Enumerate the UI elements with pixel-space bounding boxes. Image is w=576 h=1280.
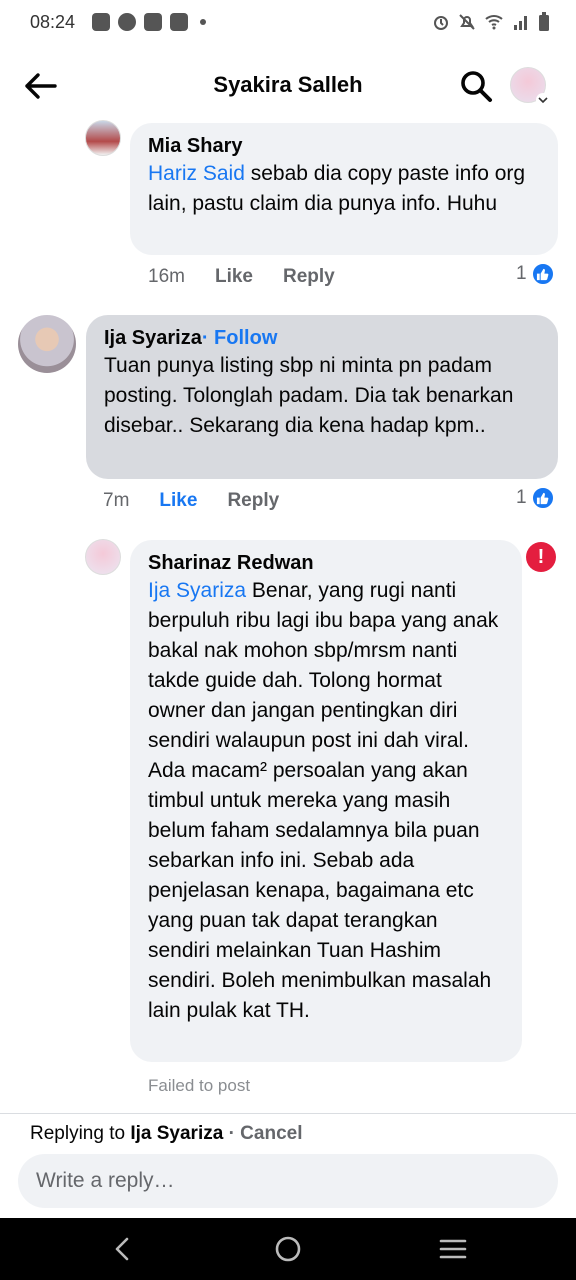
mention-link[interactable]: Hariz Said [148,162,245,185]
nav-back-icon[interactable] [108,1234,138,1264]
nav-recents-icon[interactable] [438,1235,468,1263]
comment-text: Hariz Said sebab dia copy paste info org… [148,162,526,215]
mute-icon [459,14,475,30]
replying-to-name: Ija Syariza [130,1123,224,1144]
comment-bubble: Sharinaz Redwan Ija Syariza Benar, yang … [130,540,522,1062]
comment-bubble: Mia Shary Hariz Said sebab dia copy past… [130,123,558,255]
thumbs-up-icon [530,486,555,510]
mention-link[interactable]: Ija Syariza [148,579,246,602]
compass-icon [118,13,136,31]
thumbs-up-icon [530,262,555,286]
divider [0,1113,576,1114]
avatar[interactable] [85,539,121,575]
nav-home-icon[interactable] [273,1234,303,1264]
notification-icons [92,13,206,31]
reaction-count[interactable]: 1 [516,486,555,510]
avatar[interactable] [18,315,76,373]
reaction-number: 1 [516,487,527,508]
reply-input[interactable]: Write a reply… [18,1154,558,1208]
comment-author[interactable]: Mia Shary [148,133,540,159]
wifi-icon [485,15,503,30]
reply-button[interactable]: Reply [283,266,335,288]
error-icon[interactable]: ! [526,542,556,572]
chevron-down-icon [536,93,550,107]
profile-menu-button[interactable] [510,67,550,107]
comment-actions: 7m Like Reply [103,490,279,512]
comment-author-row: Ija Syariza· Follow [104,325,540,351]
failed-status: Failed to post [148,1076,251,1095]
alarm-icon [434,16,448,30]
cancel-reply-button[interactable]: · Cancel [223,1123,303,1144]
comment-time: 7m [103,490,130,511]
replying-to-bar: Replying to Ija Syariza · Cancel [30,1123,303,1145]
avatar[interactable] [85,120,121,156]
search-button[interactable] [456,66,496,106]
more-notifications-dot [200,19,206,25]
gmail-icon [92,13,110,31]
reaction-count[interactable]: 1 [516,262,555,286]
battery-icon [539,12,549,31]
follow-button[interactable]: · Follow [202,327,278,349]
app-header: Syakira Salleh [0,52,576,118]
comment-author[interactable]: Sharinaz Redwan [148,550,504,576]
reaction-number: 1 [516,263,527,284]
comment-author[interactable]: Ija Syariza [104,327,202,349]
like-button[interactable]: Like [215,266,253,288]
youtube-icon-2 [170,13,188,31]
comment-actions: 16m Like Reply [148,266,335,288]
replying-prefix: Replying to [30,1123,131,1144]
reply-input-placeholder: Write a reply… [36,1169,175,1192]
reply-button[interactable]: Reply [227,490,279,512]
system-icons [432,12,550,32]
status-bar: 08:24 [0,0,576,46]
comment-text: Tuan punya listing sbp ni minta pn padam… [104,354,514,437]
youtube-icon [144,13,162,31]
system-nav-bar [0,1218,576,1280]
comment-text: Ija Syariza Benar, yang rugi nanti berpu… [148,579,499,1022]
status-time: 08:24 [30,12,76,32]
like-button[interactable]: Like [159,490,197,512]
comment-time: 16m [148,266,185,287]
search-icon [461,71,492,102]
comment-bubble: Ija Syariza· Follow Tuan punya listing s… [86,315,558,479]
signal-icon [514,16,527,30]
